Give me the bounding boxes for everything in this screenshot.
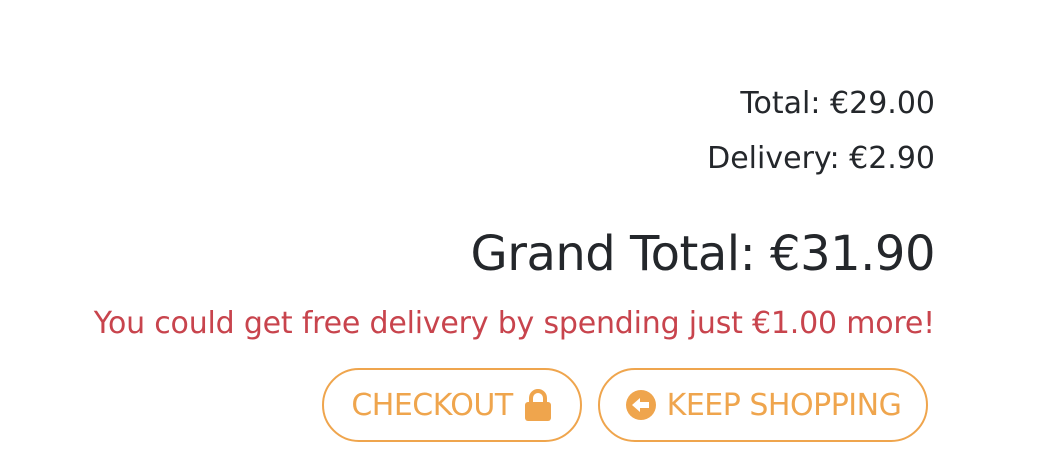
- keep-shopping-button-label: KEEP SHOPPING: [666, 387, 902, 423]
- lock-icon: [523, 388, 553, 422]
- grand-total: Grand Total: €31.90: [470, 226, 936, 282]
- arrow-circle-left-icon: [625, 389, 657, 421]
- checkout-button[interactable]: CHECKOUT: [322, 368, 582, 442]
- delivery-cost: Delivery: €2.90: [707, 141, 935, 176]
- checkout-button-label: CHECKOUT: [351, 387, 513, 423]
- free-delivery-message: You could get free delivery by spending …: [93, 306, 935, 341]
- order-total: Total: €29.00: [740, 86, 935, 121]
- keep-shopping-button[interactable]: KEEP SHOPPING: [598, 368, 928, 442]
